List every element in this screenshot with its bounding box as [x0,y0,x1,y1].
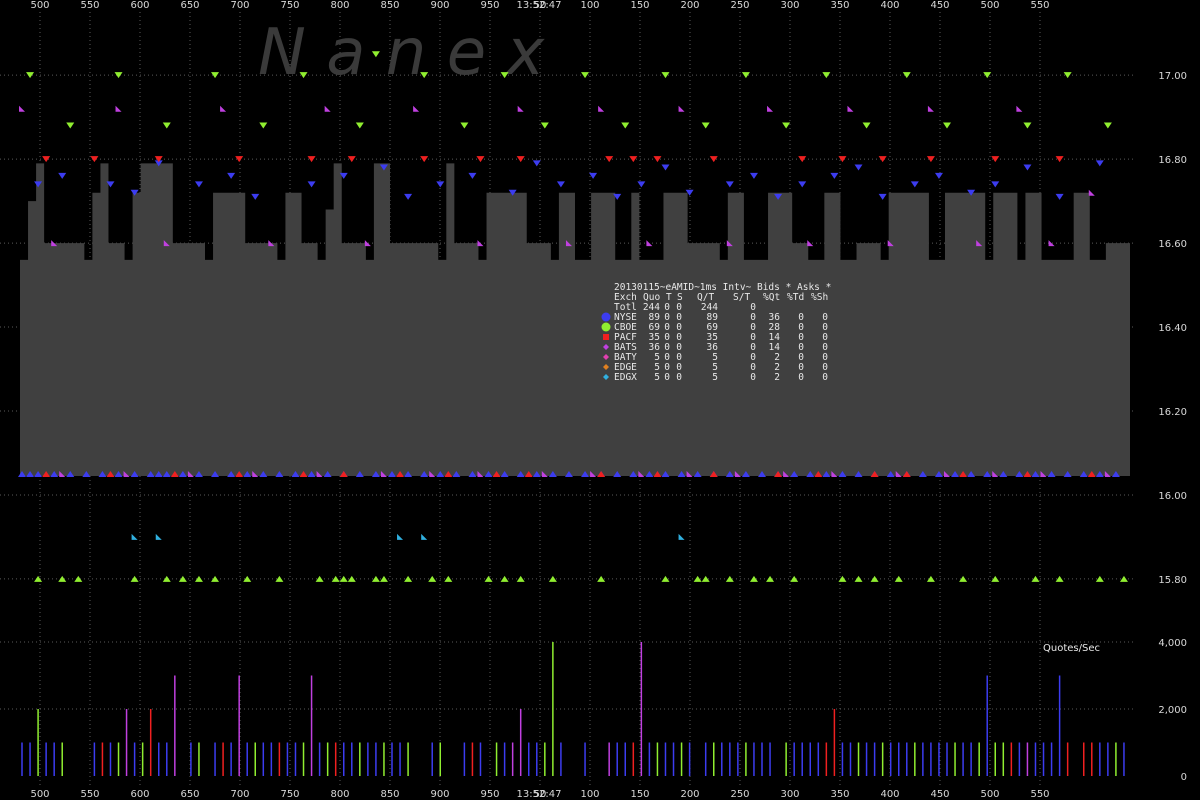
x-tick-label-bottom: 200 [680,789,699,800]
legend-cell: 2 [774,372,780,383]
top-time-label: 13:52:47 [517,0,562,11]
x-tick-label-bottom: 900 [430,789,449,800]
legend-header-cell: %Qt [763,292,780,303]
rate-tick-label: 4,000 [1158,638,1187,649]
x-tick-label-top: 500 [30,0,49,11]
rate-tick-label: 0 [1181,772,1187,783]
x-tick-label-top: 850 [380,0,399,11]
legend-cell: 0 [798,372,804,383]
x-tick-label-bottom: 650 [180,789,199,800]
x-tick-label-top: 650 [180,0,199,11]
x-tick-label-bottom: 800 [330,789,349,800]
x-tick-label-top: 550 [80,0,99,11]
price-tick-label: 16.40 [1158,323,1187,334]
legend-cell: 5 [654,372,660,383]
x-tick-label-bottom: 550 [1030,789,1049,800]
legend-swatch [601,312,611,322]
x-tick-label-bottom: 750 [280,789,299,800]
x-tick-label-top: 300 [780,0,799,11]
x-tick-label-top: 500 [980,0,999,11]
price-tick-label: 17.00 [1158,71,1187,82]
x-tick-label-bottom: 500 [30,789,49,800]
price-tick-label: 16.60 [1158,239,1187,250]
x-tick-label-bottom: 550 [80,789,99,800]
rate-tick-label: 2,000 [1158,705,1187,716]
x-tick-label-bottom: 400 [880,789,899,800]
legend-header-cell: %Sh [811,292,828,303]
bottom-time-label: 13:52:47 [517,789,562,800]
legend-cell: 0 [664,372,670,383]
x-tick-label-top: 900 [430,0,449,11]
legend-cell: 5 [712,372,718,383]
price-tick-label: 16.20 [1158,407,1187,418]
legend-swatch [603,334,609,340]
x-tick-label-top: 600 [130,0,149,11]
x-tick-label-bottom: 150 [630,789,649,800]
legend-swatch [601,322,611,332]
x-tick-label-bottom: 350 [830,789,849,800]
x-tick-label-top: 150 [630,0,649,11]
nanex-quote-chart: N a n e x 500 550 600 650 700 750 800 850 900 950… [0,0,1200,800]
x-tick-label-top: 950 [480,0,499,11]
legend-cell: 0 [750,372,756,383]
x-tick-label-bottom: 950 [480,789,499,800]
x-tick-label-top: 200 [680,0,699,11]
x-tick-label-bottom: 600 [130,789,149,800]
price-tick-label: 15.80 [1158,575,1187,586]
legend-cell: 0 [822,372,828,383]
x-tick-label-top: 100 [580,0,599,11]
price-tick-label: 16.80 [1158,155,1187,166]
rate-axis-title: Quotes/Sec [1043,643,1100,654]
x-tick-label-bottom: 850 [380,789,399,800]
legend-header-cell: S/T [733,292,750,303]
price-tick-label: 16.00 [1158,491,1187,502]
x-tick-label-top: 800 [330,0,349,11]
x-tick-label-bottom: 450 [930,789,949,800]
x-tick-label-bottom: 500 [980,789,999,800]
x-tick-label-top: 750 [280,0,299,11]
nanex-watermark: N a n e x [258,16,545,90]
x-tick-label-top: 250 [730,0,749,11]
x-tick-label-bottom: 300 [780,789,799,800]
legend-exch: EDGX [614,372,637,383]
x-tick-label-top: 550 [1030,0,1049,11]
x-tick-label-top: 450 [930,0,949,11]
x-tick-label-top: 400 [880,0,899,11]
x-tick-label-top: 350 [830,0,849,11]
legend-cell: 0 [676,372,682,383]
legend-header-cell: %Td [787,292,804,303]
x-tick-label-top: 700 [230,0,249,11]
x-tick-label-bottom: 700 [230,789,249,800]
x-tick-label-bottom: 250 [730,789,749,800]
x-tick-label-bottom: 100 [580,789,599,800]
